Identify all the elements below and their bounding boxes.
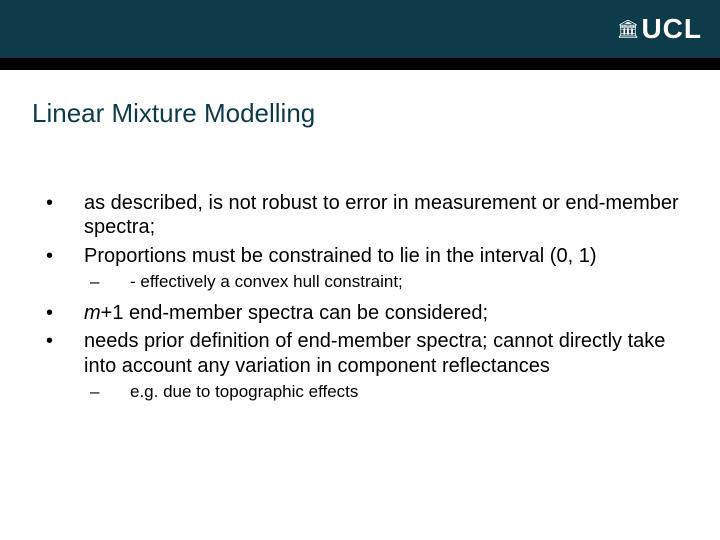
bullet-mark: • <box>40 191 84 240</box>
sub-bullet-text: e.g. due to topographic effects <box>130 382 680 403</box>
header-bar: 🏛 UCL <box>0 0 720 58</box>
ucl-dome-icon: 🏛 <box>617 20 640 38</box>
sub-bullet-item: – e.g. due to topographic effects <box>40 382 680 403</box>
bullet-text: as described, is not robust to error in … <box>84 191 680 240</box>
bullet-item: • as described, is not robust to error i… <box>40 191 680 240</box>
bullet-item: • m+1 end-member spectra can be consider… <box>40 301 680 325</box>
bullet-item: • needs prior definition of end-member s… <box>40 329 680 378</box>
bullet-item: • Proportions must be constrained to lie… <box>40 244 680 268</box>
bullet-text: m+1 end-member spectra can be considered… <box>84 301 680 325</box>
bullet-mark: • <box>40 244 84 268</box>
bullet-text-rest: +1 end-member spectra can be considered; <box>101 302 488 324</box>
header-underline <box>0 58 720 70</box>
bullet-text: Proportions must be constrained to lie i… <box>84 244 680 268</box>
italic-var: m <box>84 302 101 324</box>
ucl-logo-text: UCL <box>641 15 702 43</box>
sub-bullet-text: - effectively a convex hull constraint; <box>130 272 680 293</box>
ucl-logo: 🏛 UCL <box>617 15 702 43</box>
sub-bullet-mark: – <box>40 382 130 403</box>
slide-title: Linear Mixture Modelling <box>32 98 720 129</box>
bullet-text: needs prior definition of end-member spe… <box>84 329 680 378</box>
bullet-mark: • <box>40 301 84 325</box>
slide-body: • as described, is not robust to error i… <box>40 191 680 403</box>
bullet-mark: • <box>40 329 84 378</box>
sub-bullet-item: – - effectively a convex hull constraint… <box>40 272 680 293</box>
sub-bullet-mark: – <box>40 272 130 293</box>
